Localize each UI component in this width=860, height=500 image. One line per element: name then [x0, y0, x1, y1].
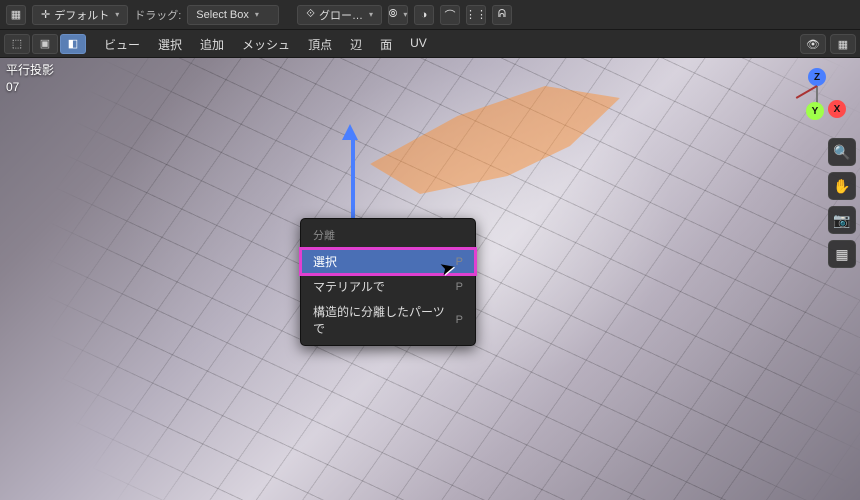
header-right-icons: 👁 ▦ [800, 34, 856, 54]
options-icon[interactable]: ⋮⋮ [466, 5, 486, 25]
transform-pivot-dropdown[interactable]: ⟐ グロー… [297, 5, 382, 25]
editor-type-icon[interactable]: ▦ [6, 5, 26, 25]
menu-item-label: 構造的に分離したパーツで [313, 303, 456, 337]
menu-face[interactable]: 面 [372, 34, 400, 54]
snap-dropdown[interactable]: ⦾ [388, 5, 408, 25]
menu-edge[interactable]: 辺 [342, 34, 370, 54]
menu-add[interactable]: 追加 [192, 34, 232, 54]
orientation-dropdown[interactable]: ✛ デフォルト [32, 5, 128, 25]
transform-label: グロー… [319, 7, 363, 23]
menu-item-shortcut: P [456, 281, 463, 293]
menu-item-shortcut: P [456, 314, 463, 326]
projection-label: 平行投影 [6, 62, 54, 79]
drag-label: ドラッグ: [134, 7, 181, 23]
viewport-overlay-info: 平行投影 07 [6, 62, 54, 96]
menu-uv[interactable]: UV [402, 34, 435, 54]
arrow-head-icon [342, 124, 358, 140]
select-edge-mode[interactable]: ▣ [32, 34, 58, 54]
menu-item-label: 選択 [313, 253, 337, 270]
move-gizmo-z-arrow[interactable] [348, 124, 358, 218]
drag-mode-dropdown[interactable]: Select Box [187, 5, 279, 25]
separate-context-menu: 分離 選択 P マテリアルで P 構造的に分離したパーツで P [300, 218, 476, 346]
gizmo-y-axis[interactable]: Y [806, 102, 824, 120]
mode-toolbar: ⬚ ▣ ◧ ビュー 選択 追加 メッシュ 頂点 辺 面 UV [0, 30, 860, 58]
perspective-toggle-icon[interactable]: ▦ [828, 240, 856, 268]
meters-label: 07 [6, 79, 54, 96]
curve-icon[interactable]: ⌒ [440, 5, 460, 25]
pivot-icon: ⟐ [306, 8, 315, 21]
menu-view[interactable]: ビュー [96, 34, 148, 54]
menu-mesh[interactable]: メッシュ [234, 34, 298, 54]
menu-vertex[interactable]: 頂点 [300, 34, 340, 54]
overlays-toggle-icon[interactable]: ▦ [830, 34, 856, 54]
select-vertex-mode[interactable]: ⬚ [4, 34, 30, 54]
camera-view-icon[interactable]: 📷 [828, 206, 856, 234]
proportional-edit-toggle[interactable]: ◑ [414, 5, 434, 25]
menu-item-label: マテリアルで [313, 278, 385, 295]
gizmo-z-axis[interactable]: Z [808, 68, 826, 86]
viewport-side-tools: 🔍 ✋ 📷 ▦ [828, 62, 856, 268]
drag-mode-value: Select Box [196, 9, 249, 21]
zoom-icon[interactable]: 🔍 [828, 138, 856, 166]
arrow-shaft [351, 140, 355, 218]
menu-item-by-loose-parts[interactable]: 構造的に分離したパーツで P [301, 299, 475, 341]
menu-select[interactable]: 選択 [150, 34, 190, 54]
header-bar: ▦ ✛ デフォルト ドラッグ: Select Box ⟐ グロー… ⦾ ◑ ⌒ … [0, 0, 860, 30]
cursor-icon: ✛ [41, 8, 50, 21]
menu-item-shortcut: P [456, 256, 463, 268]
orientation-label: デフォルト [54, 7, 109, 23]
person-icon[interactable]: ᕱ [492, 5, 512, 25]
context-menu-title: 分離 [301, 223, 475, 249]
pan-hand-icon[interactable]: ✋ [828, 172, 856, 200]
visibility-eye-icon[interactable]: 👁 [800, 34, 826, 54]
select-face-mode[interactable]: ◧ [60, 34, 86, 54]
